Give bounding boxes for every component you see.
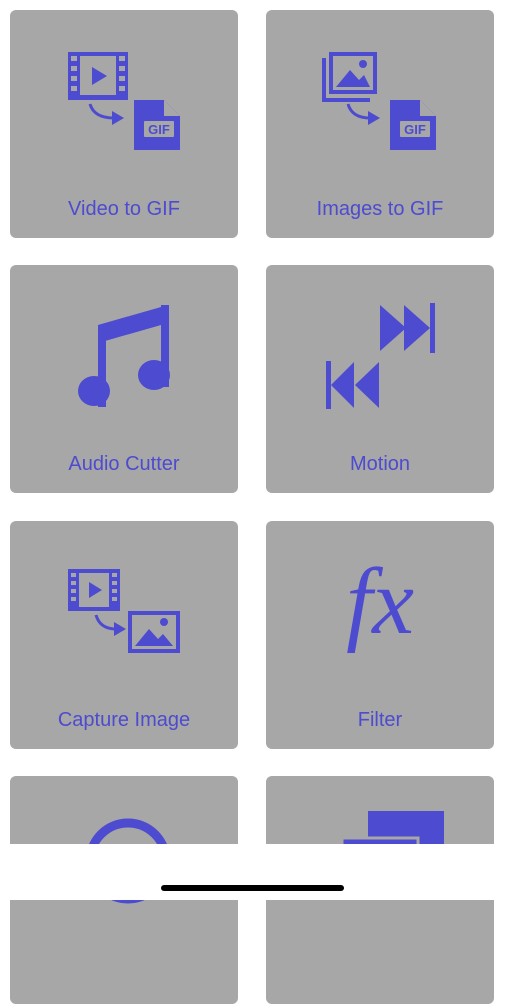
photo-stack-icon [322, 52, 377, 102]
svg-text:GIF: GIF [404, 122, 426, 137]
tile-label: Audio Cutter [68, 453, 180, 475]
tile-label: Motion [349, 453, 411, 475]
fast-forward-rewind-icon [326, 303, 435, 409]
gif-file-icon: GIF [390, 100, 436, 150]
fast-forward-icon [380, 303, 435, 353]
svg-text:GIF: GIF [148, 122, 170, 137]
video-to-gif-icon: GIF [68, 52, 180, 150]
video-to-image-icon [68, 569, 180, 653]
images-to-gif-icon: GIF [322, 52, 436, 150]
capture-image-tile[interactable]: Capture Image [10, 521, 238, 749]
home-indicator[interactable] [161, 885, 344, 891]
music-note-icon [78, 305, 170, 407]
tile-label: Capture Image [57, 709, 191, 731]
filter-tile[interactable]: fx Filter [266, 521, 494, 749]
gif-file-icon: GIF [134, 100, 180, 150]
svg-text:fx: fx [346, 550, 414, 654]
tile-label: Images to GIF [316, 198, 444, 220]
arrow-icon [94, 614, 126, 636]
arrow-icon [88, 103, 124, 125]
images-to-gif-tile[interactable]: GIF Images to GIF [266, 10, 494, 238]
tile-label: Video to GIF [68, 198, 180, 220]
bottom-safe-area [0, 844, 507, 900]
motion-tile[interactable]: Motion [266, 265, 494, 493]
video-to-gif-tile[interactable]: GIF Video to GIF [10, 10, 238, 238]
photo-icon [128, 611, 180, 653]
tile-label: Filter [357, 709, 403, 731]
rewind-icon [326, 361, 379, 409]
arrow-icon [346, 103, 380, 125]
fx-icon: fx [346, 550, 414, 654]
film-strip-icon [68, 569, 120, 611]
audio-cutter-tile[interactable]: Audio Cutter [10, 265, 238, 493]
film-strip-icon [68, 52, 128, 100]
